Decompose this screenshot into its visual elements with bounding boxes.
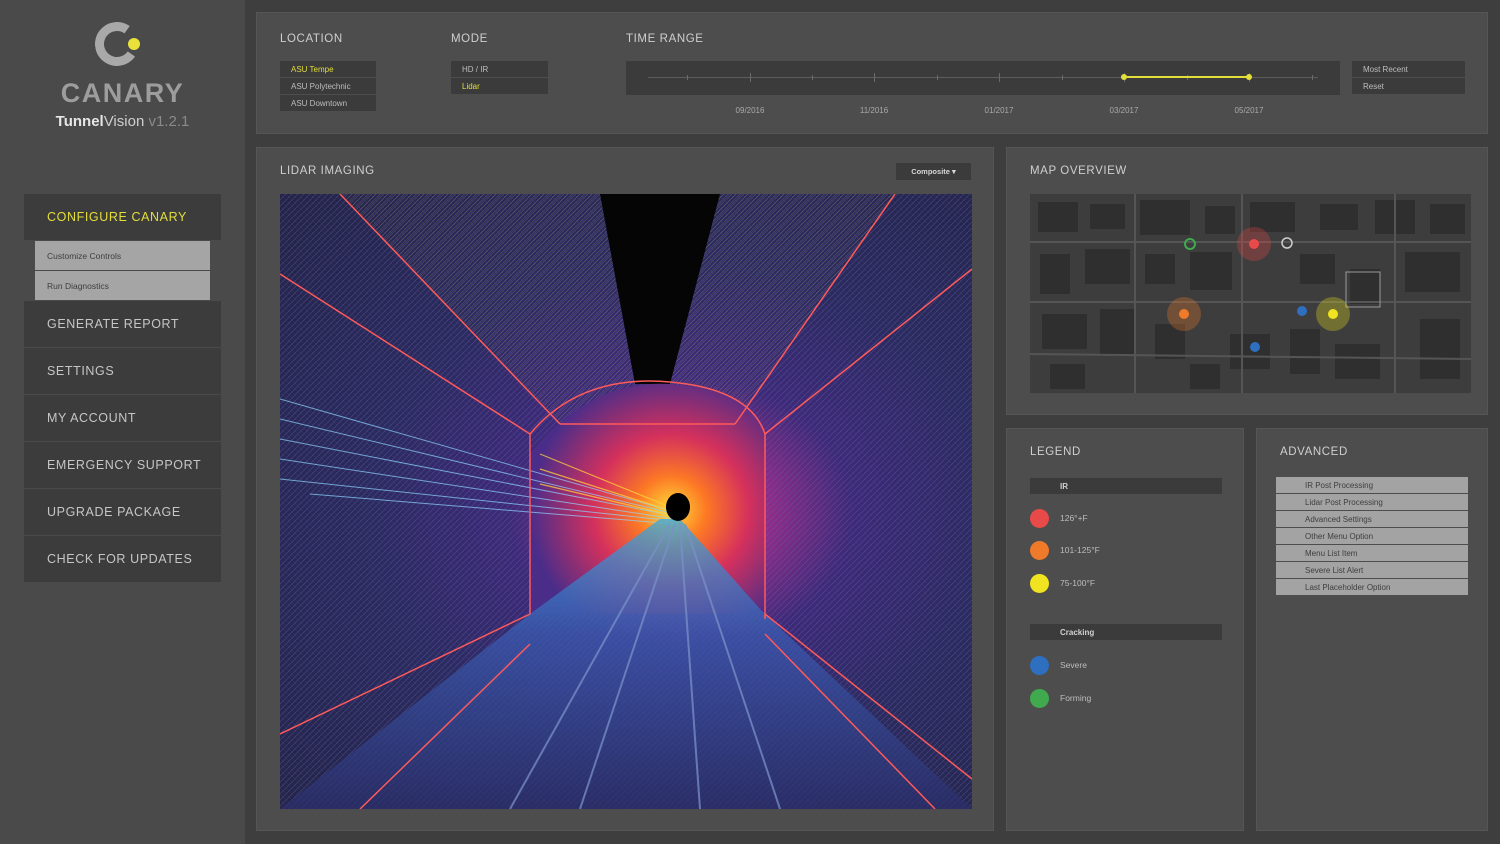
adv-severe-list-alert[interactable]: Severe List Alert (1276, 562, 1468, 578)
adv-ir-post-processing[interactable]: IR Post Processing (1276, 477, 1468, 493)
view-mode-dropdown[interactable]: Composite ▾ (896, 163, 971, 180)
time-range-title: TIME RANGE (626, 33, 704, 45)
product-name: TunnelVision v1.2.1 (55, 113, 190, 130)
mode-title: MODE (451, 33, 488, 45)
map-overview[interactable] (1030, 194, 1471, 393)
time-tick-label: 09/2016 (735, 106, 765, 115)
nav-check-for-updates[interactable]: CHECK FOR UPDATES (24, 536, 221, 583)
legend-row: 126°+F (1030, 508, 1088, 528)
time-tick-label: 01/2017 (984, 106, 1014, 115)
brand-name: CANARY (60, 78, 185, 108)
filter-panel: LOCATION ASU Tempe ASU Polytechnic ASU D… (256, 12, 1488, 134)
mode-option[interactable]: HD / IR (451, 61, 548, 77)
adv-other-menu-option[interactable]: Other Menu Option (1276, 528, 1468, 544)
logo: CANARY TunnelVision v1.2.1 (0, 18, 245, 130)
configure-submenu: Customize Controls Run Diagnostics (24, 241, 221, 300)
adv-advanced-settings[interactable]: Advanced Settings (1276, 511, 1468, 527)
version-label: v1.2.1 (144, 113, 190, 130)
adv-menu-list-item[interactable]: Menu List Item (1276, 545, 1468, 561)
most-recent-button[interactable]: Most Recent (1352, 61, 1465, 77)
nav-upgrade-package[interactable]: UPGRADE PACKAGE (24, 489, 221, 536)
crack-severe-dot (1030, 655, 1049, 675)
time-tick-label: 03/2017 (1109, 106, 1139, 115)
sidebar: CANARY TunnelVision v1.2.1 CONFIGURE CAN… (0, 0, 245, 844)
legend-row: Forming (1030, 688, 1091, 708)
map-panel: MAP OVERVIEW (1006, 147, 1488, 415)
mode-option[interactable]: Lidar (451, 78, 548, 94)
legend-cracking-header: Cracking (1030, 624, 1222, 640)
time-tick-label: 11/2016 (859, 106, 889, 115)
advanced-title: ADVANCED (1280, 446, 1348, 458)
location-title: LOCATION (280, 33, 343, 45)
reset-button[interactable]: Reset (1352, 78, 1465, 94)
nav-settings[interactable]: SETTINGS (24, 348, 221, 395)
range-start-handle[interactable] (1121, 74, 1127, 80)
canary-logo-icon (91, 18, 151, 74)
temp-low-dot (1030, 573, 1049, 593)
main-nav: CONFIGURE CANARY Customize Controls Run … (24, 194, 221, 583)
subnav-run-diagnostics[interactable]: Run Diagnostics (35, 271, 210, 300)
legend-ir-header: IR (1030, 478, 1222, 494)
crack-forming-dot (1030, 688, 1049, 708)
selected-range (1124, 76, 1249, 78)
legend-row: 101-125°F (1030, 540, 1100, 560)
nav-generate-report[interactable]: GENERATE REPORT (24, 301, 221, 348)
time-actions: Most Recent Reset (1352, 61, 1465, 95)
lidar-point-cloud-image (280, 194, 972, 809)
location-option[interactable]: ASU Tempe (280, 61, 376, 77)
legend-panel: LEGEND IR 126°+F 101-125°F 75-100°F Crac… (1006, 428, 1244, 831)
nav-my-account[interactable]: MY ACCOUNT (24, 395, 221, 442)
legend-row: Severe (1030, 655, 1087, 675)
time-tick-label: 05/2017 (1234, 106, 1264, 115)
subnav-customize-controls[interactable]: Customize Controls (35, 241, 210, 270)
nav-emergency-support[interactable]: EMERGENCY SUPPORT (24, 442, 221, 489)
legend-row: 75-100°F (1030, 573, 1095, 593)
mode-list: HD / IR Lidar (451, 61, 548, 95)
nav-configure-canary[interactable]: CONFIGURE CANARY (24, 194, 221, 241)
range-end-handle[interactable] (1246, 74, 1252, 80)
location-list: ASU Tempe ASU Polytechnic ASU Downtown (280, 61, 376, 112)
lidar-title: LIDAR IMAGING (280, 165, 375, 177)
adv-last-placeholder-option[interactable]: Last Placeholder Option (1276, 579, 1468, 595)
temp-mid-dot (1030, 540, 1049, 560)
map-title: MAP OVERVIEW (1030, 165, 1127, 177)
legend-title: LEGEND (1030, 446, 1081, 458)
time-range-slider[interactable] (626, 61, 1340, 95)
temp-high-dot (1030, 508, 1049, 528)
advanced-menu: IR Post Processing Lidar Post Processing… (1276, 477, 1468, 596)
lidar-panel: LIDAR IMAGING Composite ▾ (256, 147, 994, 831)
adv-lidar-post-processing[interactable]: Lidar Post Processing (1276, 494, 1468, 510)
location-option[interactable]: ASU Downtown (280, 95, 376, 111)
advanced-panel: ADVANCED IR Post Processing Lidar Post P… (1256, 428, 1488, 831)
location-option[interactable]: ASU Polytechnic (280, 78, 376, 94)
